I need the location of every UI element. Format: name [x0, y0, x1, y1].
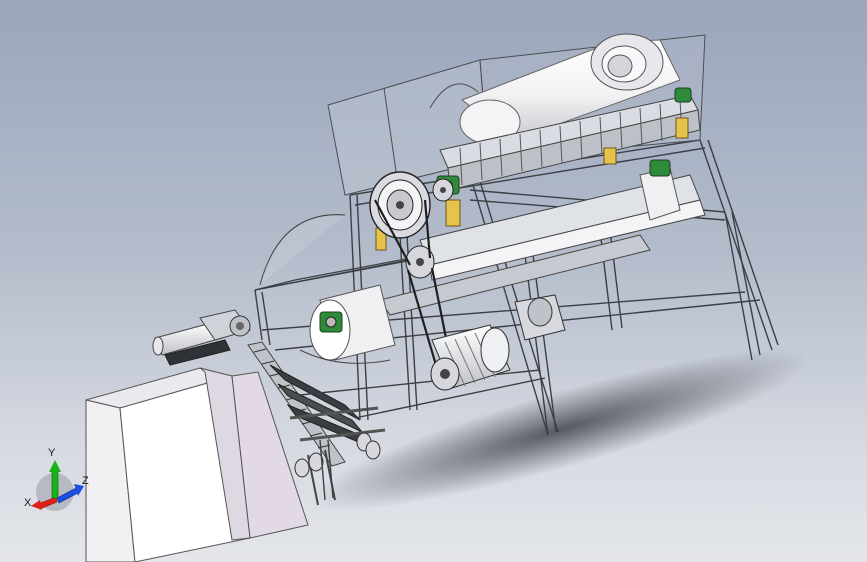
coordinate-triad: X Y Z: [24, 447, 89, 511]
secondary-motor[interactable]: [514, 294, 566, 341]
triad-y-arrow: [51, 469, 59, 499]
main-motor[interactable]: [430, 324, 511, 391]
triad-x-label: X: [24, 497, 32, 509]
triad-z-label: Z: [82, 475, 89, 487]
drive-pulley[interactable]: [369, 171, 431, 239]
cad-3d-viewport[interactable]: X Y Z: [0, 0, 867, 562]
idler-pulley-upper[interactable]: [432, 178, 454, 202]
conveyor-drive-motor[interactable]: [152, 309, 251, 366]
triad-y-label: Y: [48, 447, 56, 459]
feed-box[interactable]: [85, 367, 309, 562]
